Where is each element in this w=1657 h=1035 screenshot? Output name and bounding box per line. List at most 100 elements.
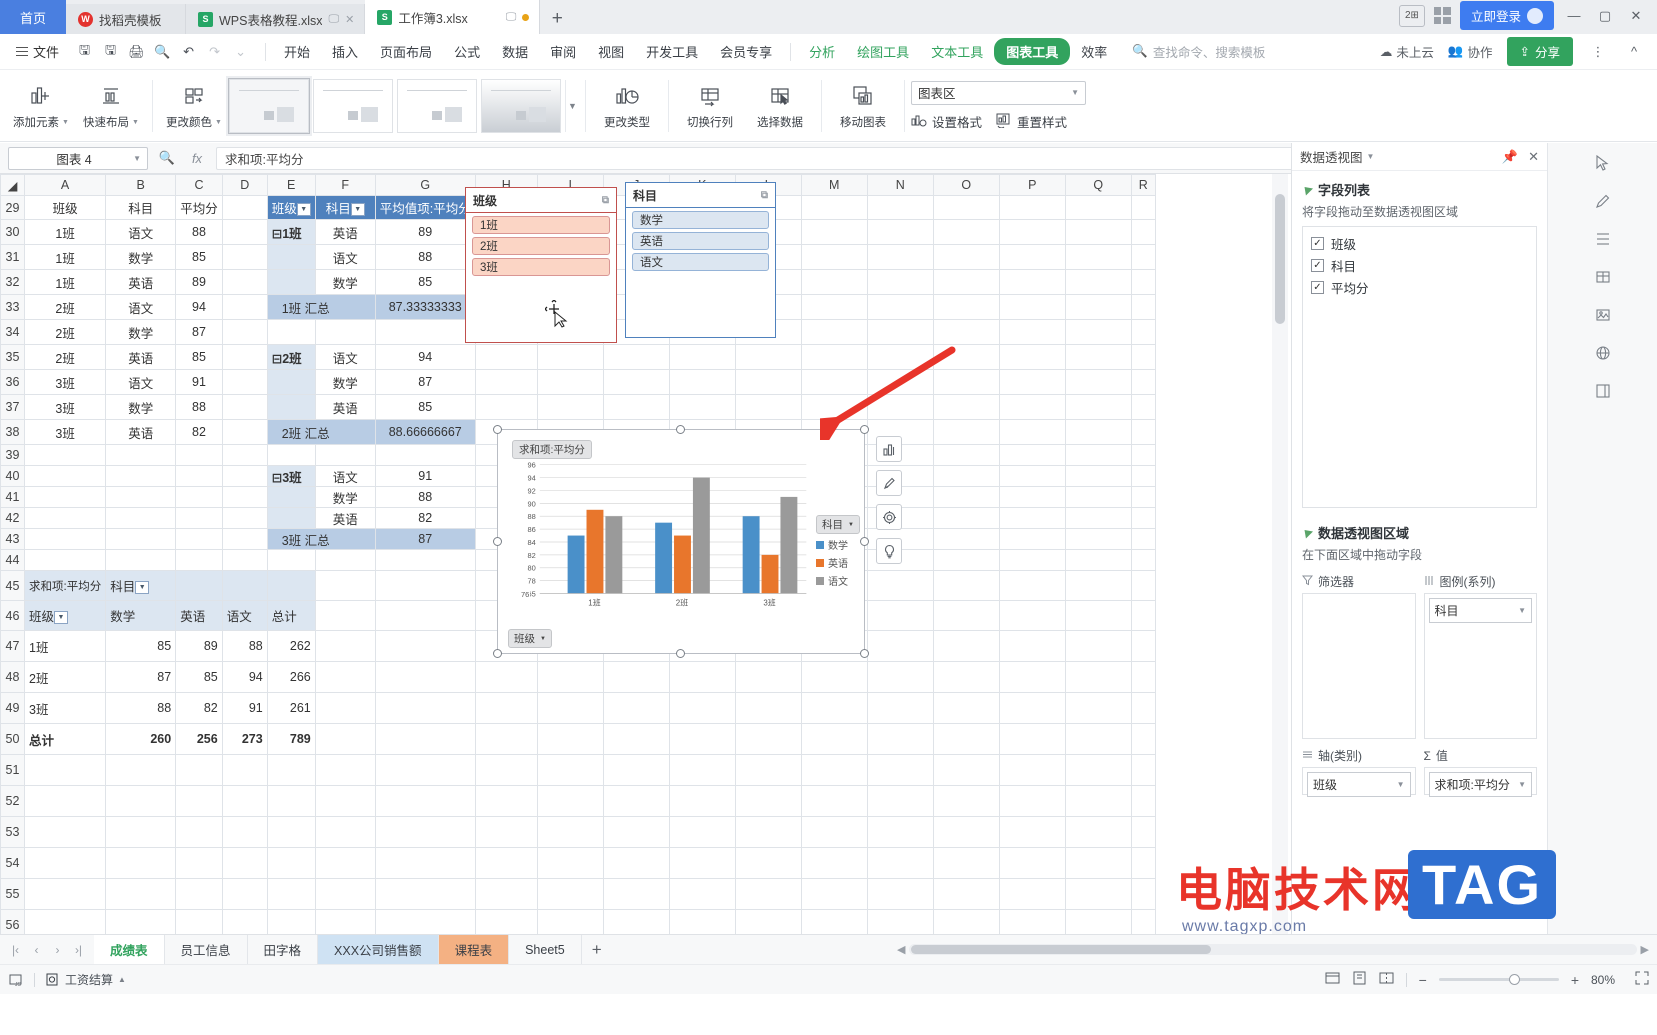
cell-M56[interactable] xyxy=(800,909,868,934)
cell-G44[interactable] xyxy=(374,549,476,571)
cell-O47[interactable] xyxy=(932,630,1000,662)
chevron-down-icon[interactable]: ▼ xyxy=(1367,152,1375,161)
area-chip-class[interactable]: 班级 ▼ xyxy=(1307,772,1411,797)
pivot2-grand-english[interactable]: 256 xyxy=(175,723,223,755)
cell-G51[interactable] xyxy=(374,754,476,786)
col-C[interactable]: C xyxy=(175,174,223,196)
cell-P55[interactable] xyxy=(998,878,1066,910)
cell-Q52[interactable] xyxy=(1064,785,1132,817)
sheet-tab-sales[interactable]: XXX公司销售额 xyxy=(318,934,439,965)
cell-Q47[interactable] xyxy=(1064,630,1132,662)
pivot1-r1-subject[interactable]: 英语 xyxy=(314,219,376,245)
cell-R50[interactable] xyxy=(1130,723,1156,755)
cell-E44[interactable] xyxy=(266,549,316,571)
sheet-tab-tianzige[interactable]: 田字格 xyxy=(248,934,319,965)
cell-I35[interactable] xyxy=(536,344,604,370)
menu-item-start[interactable]: 开始 xyxy=(273,36,321,67)
table-row[interactable]: 49 3班 88 82 91 261 xyxy=(0,692,1156,724)
cell-C44[interactable] xyxy=(175,549,223,571)
cell-J35[interactable] xyxy=(602,344,670,370)
cell-H54[interactable] xyxy=(474,847,538,879)
pivot1-group-2-cont[interactable] xyxy=(266,394,316,420)
cell-B30[interactable]: 语文 xyxy=(105,219,177,245)
pivot1-total-2-label[interactable]: 2班 汇总 xyxy=(266,419,376,445)
cell-M52[interactable] xyxy=(800,785,868,817)
pivot1-total-1-value[interactable]: 87.33333333 xyxy=(374,294,476,320)
switch-row-column-button[interactable]: 切换行列 xyxy=(675,73,745,139)
cell-H35[interactable] xyxy=(474,344,538,370)
cell-D44[interactable] xyxy=(221,549,268,571)
cell-R43[interactable] xyxy=(1130,528,1156,550)
area-chip-sum-average[interactable]: 求和项:平均分 ▼ xyxy=(1428,772,1532,797)
cell-D31[interactable] xyxy=(221,244,268,270)
cell-G54[interactable] xyxy=(374,847,476,879)
cell-B33[interactable]: 语文 xyxy=(105,294,177,320)
cell-G52[interactable] xyxy=(374,785,476,817)
cell-P40[interactable] xyxy=(998,465,1066,487)
cell-F56[interactable] xyxy=(314,909,376,934)
login-button[interactable]: 立即登录 xyxy=(1459,1,1554,30)
cell-F48[interactable] xyxy=(314,661,376,693)
cell-G46[interactable] xyxy=(374,600,476,631)
cell-L53[interactable] xyxy=(734,816,802,848)
payroll-button[interactable]: 工资结算 ▲ xyxy=(45,971,126,988)
cell-H56[interactable] xyxy=(474,909,538,934)
cell-F52[interactable] xyxy=(314,785,376,817)
table-row[interactable]: 55 xyxy=(0,878,1156,910)
cell-B29[interactable]: 科目 xyxy=(105,195,177,220)
cell-I48[interactable] xyxy=(536,661,604,693)
cell-D34[interactable] xyxy=(221,319,268,345)
cell-Q48[interactable] xyxy=(1064,661,1132,693)
cell-A52[interactable] xyxy=(23,785,107,817)
field-item-class[interactable]: ✓ 班级 xyxy=(1311,233,1528,253)
gallery-more-button[interactable]: ▼ xyxy=(565,79,579,132)
cell-O31[interactable] xyxy=(932,244,1000,270)
cell-I52[interactable] xyxy=(536,785,604,817)
cell-B54[interactable] xyxy=(105,847,177,879)
row-header-32[interactable]: 32 xyxy=(0,269,25,295)
cell-R32[interactable] xyxy=(1130,269,1156,295)
col-Q[interactable]: Q xyxy=(1064,174,1132,196)
last-sheet-icon[interactable]: ›| xyxy=(69,939,88,961)
cell-G50[interactable] xyxy=(374,723,476,755)
fullscreen-icon[interactable] xyxy=(1635,971,1649,988)
cell-C45[interactable] xyxy=(175,570,223,601)
clear-filter-icon[interactable]: ⧉ xyxy=(761,190,768,201)
area-chip-subject[interactable]: 科目 ▼ xyxy=(1428,598,1532,623)
select-all-corner[interactable]: ◢ xyxy=(0,174,25,196)
cell-N34[interactable] xyxy=(866,319,934,345)
cell-Q30[interactable] xyxy=(1064,219,1132,245)
cell-F51[interactable] xyxy=(314,754,376,786)
cell-P41[interactable] xyxy=(998,486,1066,508)
cell-D33[interactable] xyxy=(221,294,268,320)
cell-Q37[interactable] xyxy=(1064,394,1132,420)
cell-M48[interactable] xyxy=(800,661,868,693)
slicer-subject-item-3[interactable]: 语文 xyxy=(632,253,769,271)
sheet-tab-schedule[interactable]: 课程表 xyxy=(438,934,510,965)
cell-C37[interactable]: 88 xyxy=(175,394,223,420)
ribbon-collapse-icon[interactable]: ^ xyxy=(1623,42,1645,62)
pen-icon[interactable] xyxy=(1590,189,1616,213)
slicer-subject-item-2[interactable]: 英语 xyxy=(632,232,769,250)
cell-N32[interactable] xyxy=(866,269,934,295)
pivot2-row-3-chinese[interactable]: 91 xyxy=(221,692,268,724)
cell-Q29[interactable] xyxy=(1064,195,1132,220)
cell-C29[interactable]: 平均分 xyxy=(175,195,223,220)
cell-M54[interactable] xyxy=(800,847,868,879)
chevron-down-icon[interactable]: ▼ xyxy=(1397,780,1405,789)
cell-Q56[interactable] xyxy=(1064,909,1132,934)
cell-A40[interactable] xyxy=(23,465,107,487)
cell-D41[interactable] xyxy=(221,486,268,508)
zoom-out-button[interactable]: − xyxy=(1419,972,1427,988)
cell-A51[interactable] xyxy=(23,754,107,786)
cell-L55[interactable] xyxy=(734,878,802,910)
cell-R54[interactable] xyxy=(1130,847,1156,879)
col-A[interactable]: A xyxy=(23,174,107,196)
cell-D36[interactable] xyxy=(221,369,268,395)
chart-elements-icon[interactable] xyxy=(876,436,902,462)
cell-L48[interactable] xyxy=(734,661,802,693)
row-header-53[interactable]: 53 xyxy=(0,816,25,848)
cell-O33[interactable] xyxy=(932,294,1000,320)
cell-C56[interactable] xyxy=(175,909,223,934)
cell-H37[interactable] xyxy=(474,394,538,420)
